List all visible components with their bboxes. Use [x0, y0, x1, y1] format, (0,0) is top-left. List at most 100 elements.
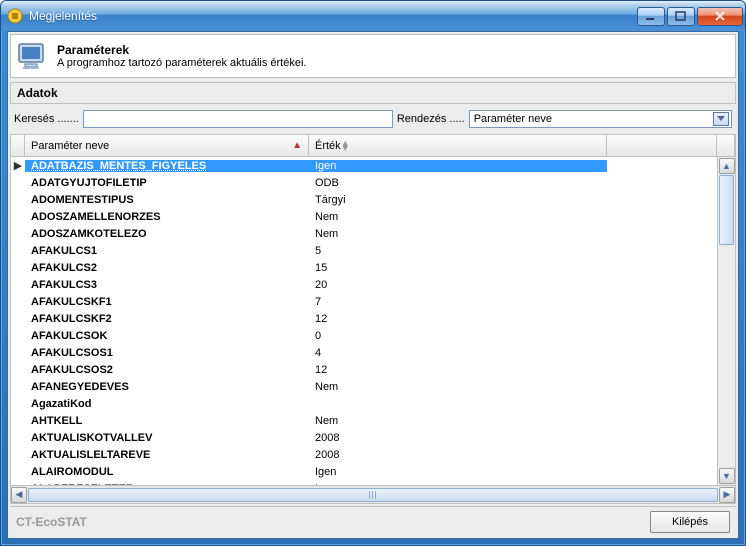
footer: CT-EcoSTAT Kilépés — [10, 506, 736, 536]
table-row[interactable]: AFAKULCSOS14 — [11, 344, 717, 361]
table-row[interactable]: AFAKULCSOK0 — [11, 327, 717, 344]
cell-value: 0 — [309, 330, 607, 342]
titlebar[interactable]: Megjelenítés — [1, 1, 745, 31]
search-row: Keresés ....... Rendezés ..... Paraméter… — [10, 108, 736, 130]
cell-value: 5 — [309, 245, 607, 257]
cell-value: Nem — [309, 211, 607, 223]
table-row[interactable]: AgazatiKod — [11, 395, 717, 412]
column-value[interactable]: Érték ▲▼ — [309, 135, 607, 156]
cell-value: Nem — [309, 381, 607, 393]
exit-button[interactable]: Kilépés — [650, 511, 730, 533]
cell-name: ALAIROMODUL — [25, 466, 309, 478]
cell-name: ADATBAZIS_MENTES_FIGYELES — [25, 160, 309, 172]
cell-name: AHTKELL — [25, 415, 309, 427]
hscroll-thumb[interactable]: ||| — [28, 488, 718, 502]
column-scroll-gutter — [717, 135, 735, 156]
cell-name: AFAKULCS3 — [25, 279, 309, 291]
monitor-icon — [17, 40, 49, 72]
window-title: Megjelenítés — [29, 9, 637, 23]
window-buttons — [637, 7, 743, 26]
table-row[interactable]: AFAKULCSOS212 — [11, 361, 717, 378]
cell-name: AFAKULCS2 — [25, 262, 309, 274]
section-title: Adatok — [10, 82, 736, 104]
table-row[interactable]: AFAKULCSKF212 — [11, 310, 717, 327]
hscroll-track[interactable]: ||| — [28, 488, 718, 502]
cell-name: AgazatiKod — [25, 398, 309, 410]
column-spacer — [607, 135, 717, 156]
table-row[interactable]: ADOMENTESTIPUSTárgyi — [11, 191, 717, 208]
grid-body[interactable]: ▶ADATBAZIS_MENTES_FIGYELESIgenADATGYUJTO… — [11, 157, 717, 485]
table-row[interactable]: AKTUALISKOTVALLEV2008 — [11, 429, 717, 446]
cell-value: 20 — [309, 279, 607, 291]
header-title: Paraméterek — [57, 43, 306, 57]
cell-value: ODB — [309, 177, 607, 189]
client-area: Paraméterek A programhoz tartozó paramét… — [7, 31, 739, 539]
table-row[interactable]: ADOSZAMKOTELEZONem — [11, 225, 717, 242]
table-row[interactable]: AFAKULCSKF17 — [11, 293, 717, 310]
table-row[interactable]: AFAKULCS215 — [11, 259, 717, 276]
cell-name: AKTUALISLELTAREVE — [25, 449, 309, 461]
search-input[interactable] — [83, 110, 393, 128]
cell-value: 12 — [309, 313, 607, 325]
cell-name: AKTUALISKOTVALLEV — [25, 432, 309, 444]
table-row[interactable]: ADATGYUJTOFILETIPODB — [11, 174, 717, 191]
scroll-down-button[interactable]: ▼ — [719, 468, 735, 484]
column-indicator[interactable] — [11, 135, 25, 156]
table-row[interactable]: ▶ADATBAZIS_MENTES_FIGYELESIgen — [11, 157, 717, 174]
cell-value: 2008 — [309, 432, 607, 444]
data-grid: Paraméter neve ▲ Érték ▲▼ ▶ADATBAZIS_MEN… — [10, 134, 736, 504]
scroll-track[interactable] — [718, 175, 735, 467]
scroll-up-button[interactable]: ▲ — [719, 158, 735, 174]
cell-value: Igen — [309, 160, 607, 172]
sort-select-value: Paraméter neve — [474, 113, 552, 125]
column-name[interactable]: Paraméter neve ▲ — [25, 135, 309, 156]
sort-select[interactable]: Paraméter neve — [469, 110, 732, 128]
search-label: Keresés ....... — [14, 113, 79, 125]
row-indicator: ▶ — [11, 159, 25, 172]
cell-value: Nem — [309, 228, 607, 240]
cell-name: ADOMENTESTIPUS — [25, 194, 309, 206]
cell-value: Nem — [309, 415, 607, 427]
table-row[interactable]: AFAKULCS15 — [11, 242, 717, 259]
maximize-button[interactable] — [667, 7, 695, 26]
cell-name: AFAKULCSOK — [25, 330, 309, 342]
cell-value: 15 — [309, 262, 607, 274]
cell-value: Tárgyi — [309, 194, 607, 206]
table-row[interactable]: AHTKELLNem — [11, 412, 717, 429]
cell-name: ADOSZAMELLENORZES — [25, 211, 309, 223]
sort-asc-icon: ▲ — [292, 140, 302, 151]
table-row[interactable]: AFAKULCS320 — [11, 276, 717, 293]
cell-name: AFANEGYEDEVES — [25, 381, 309, 393]
table-row[interactable]: ADOSZAMELLENORZESNem — [11, 208, 717, 225]
header-subtitle: A programhoz tartozó paraméterek aktuáli… — [57, 57, 306, 69]
brand-label: CT-EcoSTAT — [16, 515, 87, 529]
cell-name: ADATGYUJTOFILETIP — [25, 177, 309, 189]
sort-icon: ▲▼ — [341, 141, 350, 151]
scroll-right-button[interactable]: ▶ — [719, 487, 735, 503]
minimize-button[interactable] — [637, 7, 665, 26]
table-row[interactable]: ALAIROMODULIgen — [11, 463, 717, 480]
cell-value: Igen — [309, 466, 607, 478]
header-panel: Paraméterek A programhoz tartozó paramét… — [10, 34, 736, 78]
close-button[interactable] — [697, 7, 743, 26]
cell-name: AFAKULCSOS2 — [25, 364, 309, 376]
scroll-left-button[interactable]: ◀ — [11, 487, 27, 503]
horizontal-scrollbar[interactable]: ◀ ||| ▶ — [11, 485, 735, 503]
table-row[interactable]: AFANEGYEDEVESNem — [11, 378, 717, 395]
chevron-down-icon — [713, 112, 729, 126]
cell-name: AFAKULCSKF1 — [25, 296, 309, 308]
cell-name: ADOSZAMKOTELEZO — [25, 228, 309, 240]
cell-value: 4 — [309, 347, 607, 359]
app-window: Megjelenítés Paraméterek A programhoz ta… — [0, 0, 746, 546]
cell-name: AFAKULCS1 — [25, 245, 309, 257]
sort-label: Rendezés ..... — [397, 113, 465, 125]
cell-name: AFAKULCSKF2 — [25, 313, 309, 325]
cell-value: 2008 — [309, 449, 607, 461]
cell-name: AFAKULCSOS1 — [25, 347, 309, 359]
scroll-thumb[interactable] — [719, 175, 734, 245]
table-row[interactable]: AKTUALISLELTAREVE2008 — [11, 446, 717, 463]
vertical-scrollbar[interactable]: ▲ ▼ — [717, 157, 735, 485]
cell-value: 12 — [309, 364, 607, 376]
app-icon — [7, 8, 23, 24]
cell-value: 7 — [309, 296, 607, 308]
